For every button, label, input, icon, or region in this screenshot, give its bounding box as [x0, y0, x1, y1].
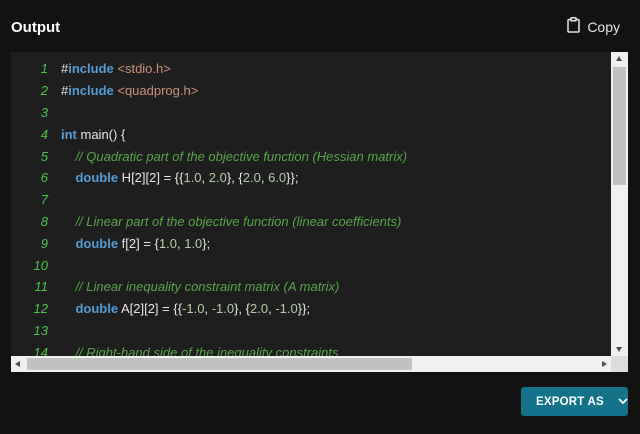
code-token: include [68, 83, 114, 99]
horizontal-scrollbar[interactable] [11, 356, 611, 372]
vertical-scroll-thumb[interactable] [613, 67, 626, 185]
code-token: -1.0 [211, 301, 235, 317]
copy-button[interactable]: Copy [567, 17, 620, 36]
scroll-left-arrow-icon[interactable] [15, 360, 20, 367]
code-line: 12 double A[2][2] = {{-1.0, -1.0}, {2.0,… [11, 298, 611, 320]
code-token: int [61, 126, 77, 142]
output-title: Output [11, 19, 61, 36]
code-line: 7 [11, 189, 611, 211]
clipboard-icon [567, 17, 581, 36]
code-line: 9 double f[2] = {1.0, 1.0}; [11, 232, 611, 254]
scroll-right-arrow-icon[interactable] [602, 360, 607, 367]
line-number: 2 [40, 83, 48, 99]
code-token: f[2] = { [118, 235, 159, 251]
code-line: 14 // Right-hand side of the inequality … [11, 341, 611, 356]
code-token: }, { [226, 170, 243, 186]
code-text: // Right-hand side of the inequality con… [61, 344, 339, 356]
scrollbar-corner [611, 356, 628, 372]
code-viewer[interactable]: 1 #include <stdio.h> 2 #include <quadprog.h… [11, 52, 611, 356]
export-as-button[interactable]: EXPORT AS [521, 387, 628, 416]
line-number: 7 [40, 192, 48, 208]
code-output-panel: 1 #include <stdio.h> 2 #include <quadprog.h… [11, 52, 628, 372]
line-number: 1 [40, 61, 48, 77]
code-line: 11 // Linear inequality constraint matri… [11, 276, 611, 298]
code-token: 2.0 [250, 301, 269, 317]
code-token: }}; [297, 301, 311, 317]
code-token: // Quadratic part of the objective funct… [61, 148, 408, 164]
code-text: #include <quadprog.h> [61, 83, 198, 98]
code-text: double A[2][2] = {{-1.0, -1.0}, {2.0, -1… [61, 301, 310, 316]
code-token: H[2][2] = {{ [118, 170, 184, 186]
code-line: 2 #include <quadprog.h> [11, 80, 611, 102]
scroll-down-arrow-icon[interactable] [616, 347, 622, 352]
code-token: 2.0 [242, 170, 261, 186]
line-number: 10 [33, 257, 48, 273]
code-token: double [75, 170, 119, 186]
line-number: 13 [33, 322, 48, 338]
code-text: int main() { [61, 127, 125, 142]
code-line: 4 int main() { [11, 123, 611, 145]
code-token: // Linear inequality constraint matrix (… [61, 279, 340, 295]
line-number: 8 [40, 213, 48, 229]
code-token: -1.0 [275, 301, 298, 317]
line-number: 3 [40, 104, 48, 120]
code-token: include [68, 61, 114, 77]
code-line: 1 #include <stdio.h> [11, 58, 611, 80]
code-text: // Quadratic part of the objective funct… [61, 149, 407, 164]
vertical-scrollbar[interactable] [611, 52, 628, 356]
code-token: }; [202, 235, 211, 251]
export-as-label: EXPORT AS [536, 395, 604, 408]
code-token: <quadprog.h> [113, 83, 199, 99]
code-line: 3 [11, 102, 611, 124]
code-token: }, { [234, 301, 251, 317]
line-number: 11 [34, 279, 49, 295]
code-token: // Right-hand side of the inequality con… [61, 344, 339, 356]
code-token: 2.0 [208, 170, 227, 186]
code-token: <stdio.h> [113, 61, 171, 77]
code-token: , [204, 301, 212, 317]
line-number: 5 [40, 148, 48, 164]
code-line: 13 [11, 320, 611, 342]
code-token: 1.0 [183, 170, 202, 186]
code-token: -1.0 [182, 301, 205, 317]
code-token: A[2][2] = {{ [118, 301, 183, 317]
code-text: #include <stdio.h> [61, 61, 171, 76]
code-text: // Linear inequality constraint matrix (… [61, 279, 339, 294]
code-line: 10 [11, 254, 611, 276]
code-token: , [201, 170, 209, 186]
code-token: double [75, 301, 119, 317]
copy-label: Copy [587, 18, 620, 35]
line-number: 6 [40, 170, 48, 186]
scroll-up-arrow-icon[interactable] [616, 56, 622, 61]
code-token: 1.0 [158, 235, 177, 251]
code-token: , [260, 170, 269, 186]
line-number: 12 [33, 301, 48, 317]
horizontal-scroll-thumb[interactable] [27, 358, 412, 370]
code-text: double H[2][2] = {{1.0, 2.0}, {2.0, 6.0}… [61, 170, 298, 185]
code-token: 6.0 [268, 170, 287, 186]
line-number: 9 [40, 235, 48, 251]
code-line: 6 double H[2][2] = {{1.0, 2.0}, {2.0, 6.… [11, 167, 611, 189]
code-token: // Linear part of the objective function… [61, 213, 402, 229]
code-token: main() { [76, 126, 126, 142]
line-number: 4 [40, 126, 48, 142]
code-token: double [75, 235, 119, 251]
code-line: 8 // Linear part of the objective functi… [11, 211, 611, 233]
code-text: double f[2] = {1.0, 1.0}; [61, 236, 210, 251]
code-token: }}; [286, 170, 299, 186]
output-header: Output Copy [0, 0, 640, 52]
line-number: 14 [33, 344, 48, 356]
chevron-down-icon [618, 396, 628, 408]
code-line: 5 // Quadratic part of the objective fun… [11, 145, 611, 167]
code-text: // Linear part of the objective function… [61, 214, 401, 229]
code-token: 1.0 [184, 235, 203, 251]
